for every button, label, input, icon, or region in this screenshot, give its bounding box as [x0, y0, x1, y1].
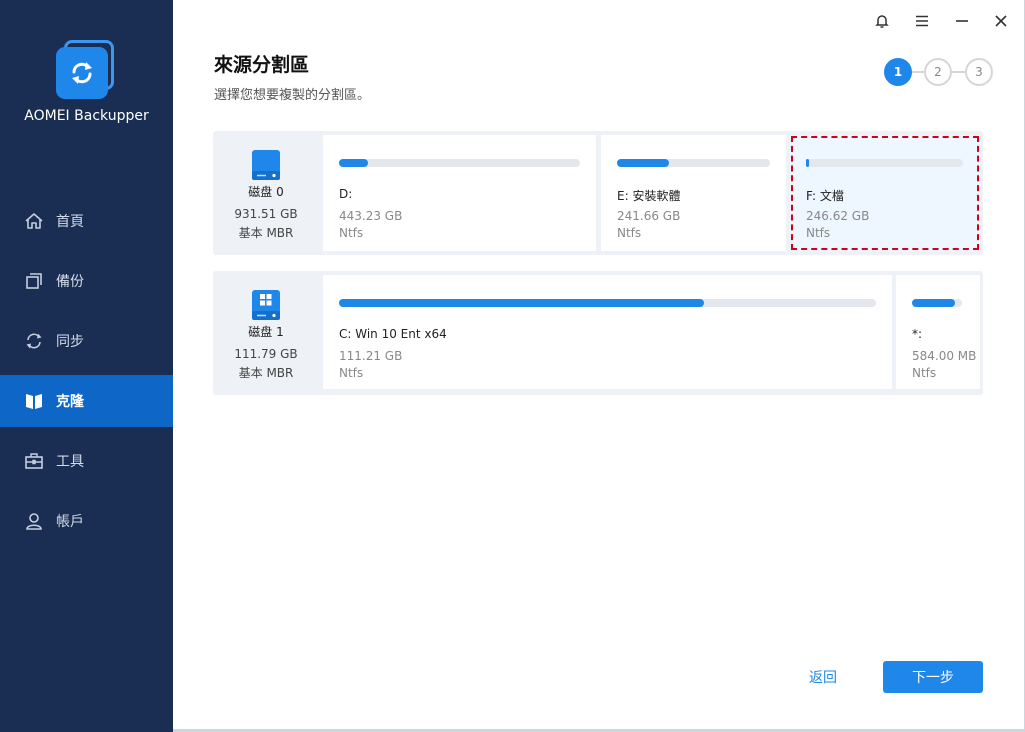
usage-bar — [806, 159, 963, 167]
partition-label: C: Win 10 Ent x64 — [339, 327, 447, 341]
disk-size: 931.51 GB — [234, 207, 298, 221]
usage-bar — [339, 299, 876, 307]
hard-disk-icon — [251, 149, 281, 181]
step-1: 1 — [884, 58, 912, 86]
usage-bar-fill — [912, 299, 955, 307]
backup-icon — [22, 269, 46, 293]
partition-label: F: 文檔 — [806, 189, 844, 203]
close-icon[interactable] — [990, 10, 1012, 32]
sync-arrows-icon — [56, 47, 108, 99]
sidebar-item-tools[interactable]: 工具 — [0, 435, 173, 487]
next-button[interactable]: 下一步 — [883, 661, 983, 693]
partition-size: 241.66 GB — [617, 209, 681, 223]
sidebar: AOMEI Backupper 首頁 備份 同步 克隆 工具 帳戶 — [0, 0, 173, 732]
sidebar-item-backup[interactable]: 備份 — [0, 255, 173, 307]
partition-filesystem: Ntfs — [912, 366, 937, 380]
partition-size: 111.21 GB — [339, 349, 403, 363]
disk-row: 磁盘 1 111.79 GB 基本 MBR C: Win 10 Ent x64 … — [213, 271, 983, 395]
sidebar-item-label: 工具 — [56, 454, 84, 470]
back-button[interactable]: 返回 — [793, 662, 853, 692]
partition-filesystem: Ntfs — [806, 226, 831, 240]
partition-size: 584.00 MB — [912, 349, 977, 363]
sidebar-item-home[interactable]: 首頁 — [0, 195, 173, 247]
usage-bar — [339, 159, 580, 167]
partition-card[interactable]: D: 443.23 GB Ntfs — [323, 135, 596, 251]
user-icon — [22, 509, 46, 533]
disk-name: 磁盘 1 — [248, 325, 284, 339]
app-logo — [56, 40, 116, 100]
partition-filesystem: Ntfs — [617, 226, 642, 240]
minimize-icon[interactable] — [951, 10, 973, 32]
step-2: 2 — [924, 58, 952, 86]
sidebar-item-label: 帳戶 — [56, 514, 84, 530]
partition-label: *: — [912, 327, 923, 341]
disk-name: 磁盘 0 — [248, 185, 284, 199]
sidebar-item-label: 備份 — [56, 274, 84, 290]
partition-card[interactable]: E: 安裝軟體 241.66 GB Ntfs — [601, 135, 786, 251]
sidebar-item-sync[interactable]: 同步 — [0, 315, 173, 367]
partition-card[interactable]: C: Win 10 Ent x64 111.21 GB Ntfs — [323, 275, 892, 389]
usage-bar — [617, 159, 770, 167]
step-3: 3 — [965, 58, 993, 86]
partition-size: 443.23 GB — [339, 209, 403, 223]
usage-bar-fill — [339, 159, 368, 167]
partition-label: E: 安裝軟體 — [617, 189, 681, 203]
usage-bar-fill — [617, 159, 670, 167]
sidebar-item-account[interactable]: 帳戶 — [0, 495, 173, 547]
app-name: AOMEI Backupper — [24, 108, 149, 124]
disk-size: 111.79 GB — [234, 347, 298, 361]
partition-size: 246.62 GB — [806, 209, 870, 223]
page-title: 來源分割區 — [214, 54, 310, 76]
windows-disk-icon — [251, 289, 281, 321]
usage-bar — [912, 299, 962, 307]
bell-icon[interactable] — [871, 10, 893, 32]
disk-type: 基本 MBR — [238, 226, 294, 240]
disk-row: 磁盘 0 931.51 GB 基本 MBR D: 443.23 GB Ntfs … — [213, 131, 983, 255]
sidebar-item-label: 首頁 — [56, 214, 84, 230]
toolbox-icon — [22, 449, 46, 473]
partition-filesystem: Ntfs — [339, 366, 364, 380]
menu-icon[interactable] — [911, 10, 933, 32]
partition-filesystem: Ntfs — [339, 226, 364, 240]
sidebar-item-label: 克隆 — [56, 394, 84, 410]
page-subtitle: 選擇您想要複製的分割區。 — [214, 88, 371, 103]
clone-icon — [22, 389, 46, 413]
usage-bar-fill — [806, 159, 810, 167]
partition-card[interactable]: *: 584.00 MB Ntfs — [896, 275, 980, 389]
sidebar-item-label: 同步 — [56, 334, 84, 350]
sync-icon — [22, 329, 46, 353]
partition-label: D: — [339, 187, 353, 201]
home-icon — [22, 209, 46, 233]
usage-bar-fill — [339, 299, 705, 307]
disk-type: 基本 MBR — [238, 366, 294, 380]
partition-card-selected[interactable]: F: 文檔 246.62 GB Ntfs — [790, 135, 980, 251]
sidebar-item-clone[interactable]: 克隆 — [0, 375, 173, 427]
